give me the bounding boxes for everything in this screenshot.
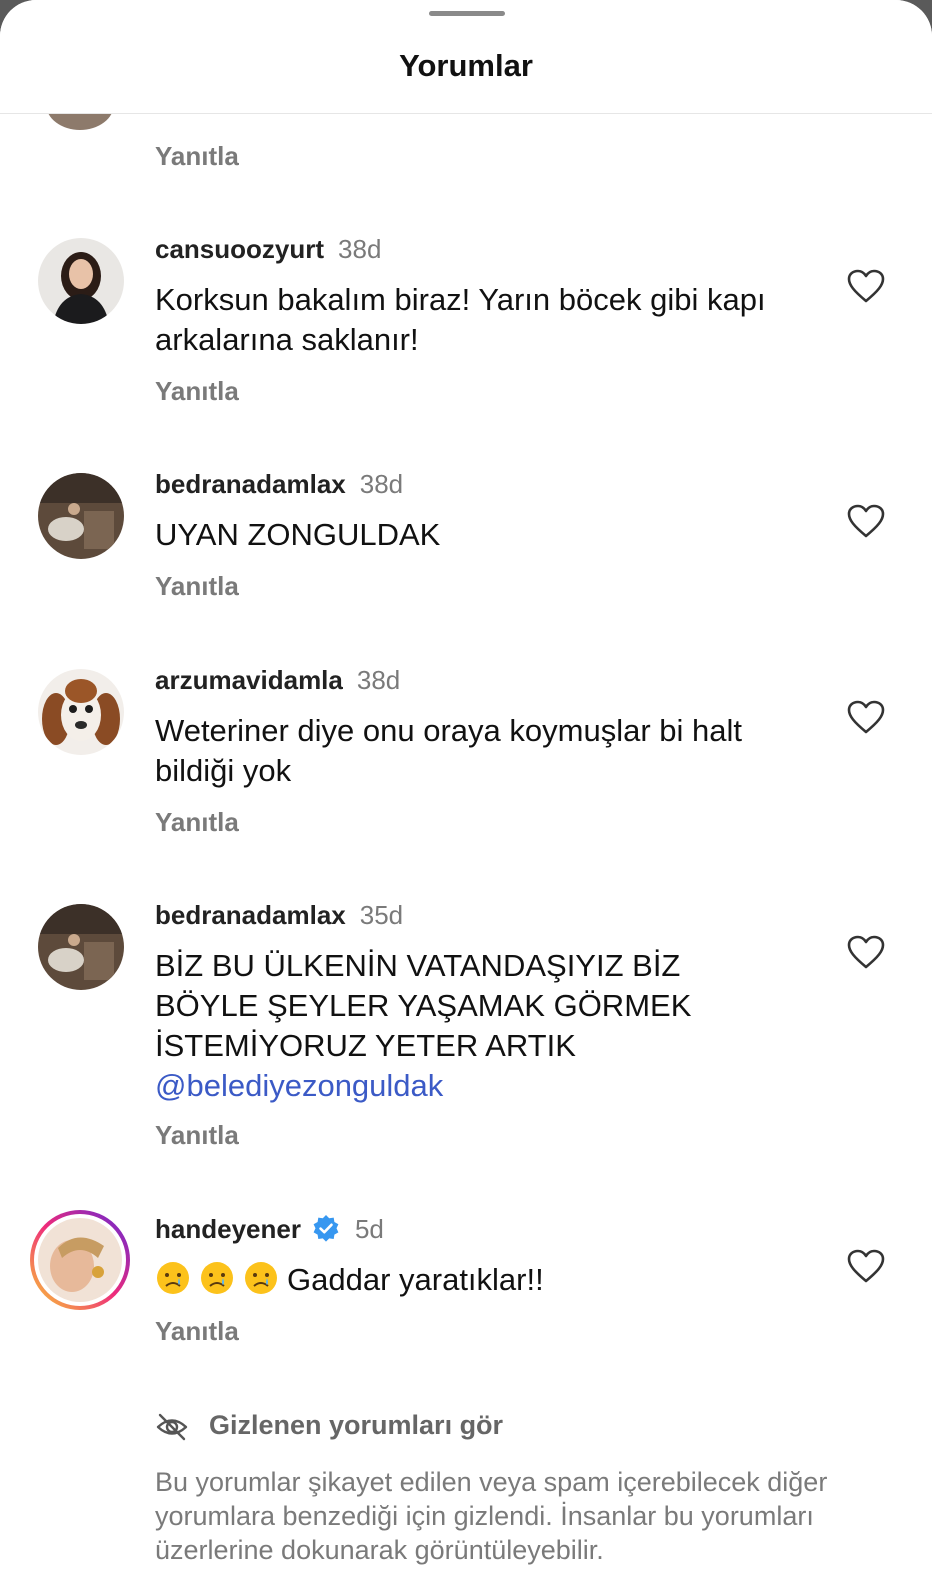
reply-button[interactable]: Yanıtla	[155, 1316, 239, 1347]
mention-link[interactable]: @belediyezonguldak	[155, 1066, 815, 1106]
timestamp: 38d	[338, 234, 382, 264]
verified-badge-icon	[313, 1215, 339, 1242]
hidden-comments-label: Gizlenen yorumları gör	[209, 1410, 504, 1440]
crying-face-icon	[245, 1262, 277, 1294]
hidden-comments-note: Bu yorumlar şikayet edilen veya spam içe…	[155, 1467, 828, 1565]
drag-handle[interactable]	[429, 11, 505, 16]
heart-outline-icon[interactable]	[846, 934, 886, 970]
reply-button[interactable]: Yanıtla	[155, 807, 239, 838]
comment-text: Korksun bakalım biraz! Yarın böcek gibi …	[155, 282, 766, 357]
username[interactable]: bedranadamlax	[155, 469, 346, 499]
username[interactable]: handeyener	[155, 1214, 301, 1244]
comment-text: Weteriner diye onu oraya koymuşlar bi ha…	[155, 713, 742, 788]
timestamp: 38d	[359, 469, 404, 499]
crying-face-icon	[157, 1262, 189, 1294]
heart-outline-icon[interactable]	[846, 699, 886, 735]
eye-slash-icon	[156, 1413, 188, 1441]
avatar[interactable]	[38, 473, 124, 559]
page-title: Yorumlar	[399, 48, 533, 83]
comment-line: İSTEMİYORUZ YETER ARTIK	[155, 1028, 576, 1063]
avatar[interactable]	[38, 904, 124, 990]
avatar[interactable]	[38, 238, 124, 324]
heart-outline-icon[interactable]	[846, 268, 886, 304]
reply-button[interactable]: Yanıtla	[155, 1120, 239, 1151]
sheet-header: Yorumlar	[0, 0, 932, 114]
comments-sheet: Yorumlar Sarılı... Yanıtla cansuoozyurt3…	[0, 0, 932, 1589]
comment-line: BİZ BU ÜLKENİN VATANDAŞIYIZ BİZ	[155, 948, 681, 983]
timestamp: 38d	[356, 665, 401, 695]
crying-face-icon	[201, 1262, 233, 1294]
comment-meta: bedranadamlax 35d	[155, 900, 403, 931]
comment-body: Gaddar yaratıklar!!	[287, 1262, 544, 1297]
reply-button[interactable]: Yanıtla	[155, 141, 239, 172]
comment-meta: arzumavidamla 38d	[155, 665, 400, 696]
timestamp: 35d	[359, 900, 404, 930]
heart-outline-icon[interactable]	[846, 503, 886, 539]
username[interactable]: cansuoozyurt	[155, 234, 324, 264]
username[interactable]: arzumavidamla	[155, 665, 343, 695]
comment-meta: bedranadamlax 38d	[155, 469, 403, 500]
comment-meta: handeyener 5d	[155, 1214, 384, 1245]
comment-text: BİZ BU ÜLKENİN VATANDAŞIYIZ BİZ BÖYLE ŞE…	[155, 946, 815, 1106]
avatar[interactable]	[38, 669, 124, 755]
comment-line: BÖYLE ŞEYLER YAŞAMAK GÖRMEK	[155, 988, 692, 1023]
heart-outline-icon[interactable]	[846, 1248, 886, 1284]
timestamp: 5d	[354, 1214, 384, 1244]
reply-button[interactable]: Yanıtla	[155, 376, 239, 407]
avatar-story-ring[interactable]	[28, 1208, 132, 1312]
username[interactable]: bedranadamlax	[155, 900, 346, 930]
reply-button[interactable]: Yanıtla	[155, 571, 239, 602]
comment-text: Gaddar yaratıklar!!	[155, 1260, 815, 1300]
comment-meta: cansuoozyurt 38d	[155, 234, 381, 265]
comment-text: UYAN ZONGULDAK	[155, 517, 441, 552]
